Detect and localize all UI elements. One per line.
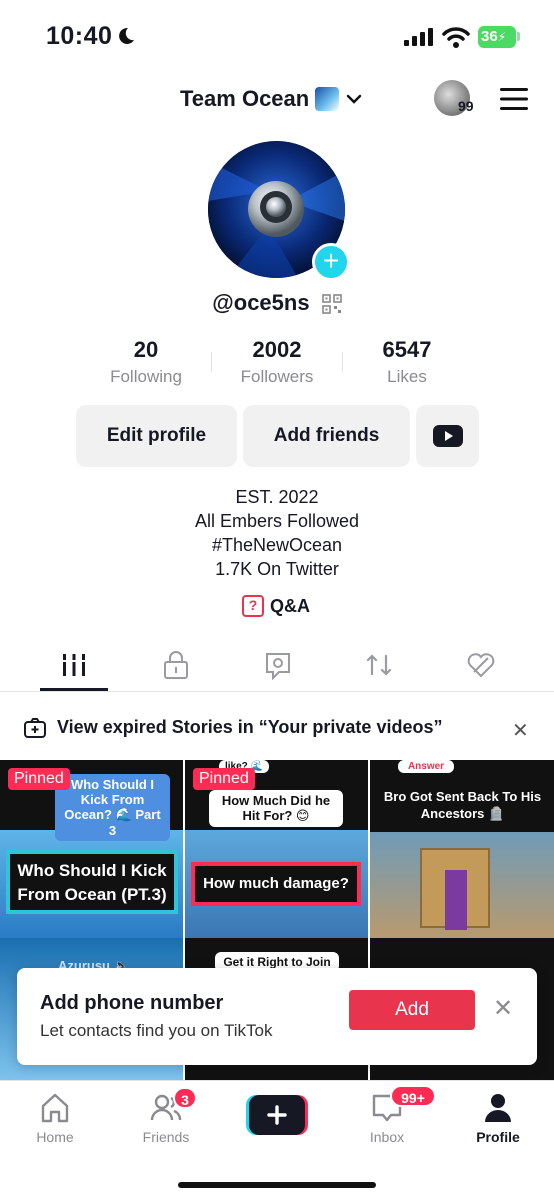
video-top-text: Bro Got Sent Back To His Ancestors 🪦 (383, 789, 542, 821)
home-indicator (178, 1182, 376, 1188)
video-caption: Who Should I Kick From Ocean (PT.3) (6, 850, 178, 914)
bio: EST. 2022 All Embers Followed #TheNewOce… (0, 485, 554, 581)
menu-icon[interactable] (500, 88, 528, 110)
friends-badge: 3 (173, 1087, 197, 1109)
stories-banner-text: View expired Stories in “Your private vi… (57, 717, 443, 737)
camera-plus-icon (24, 718, 46, 738)
edit-profile-button[interactable]: Edit profile (76, 405, 237, 467)
tag-icon[interactable] (263, 648, 293, 682)
qa-label: Q&A (270, 595, 310, 616)
battery-indicator: 36⚡ (478, 26, 516, 48)
bio-line[interactable]: #TheNewOcean (0, 533, 554, 557)
username-row: @oce5ns (0, 290, 554, 316)
notification-count: 99 (458, 98, 474, 114)
likes-count: 6547 (382, 337, 432, 362)
close-icon[interactable]: ✕ (493, 994, 513, 1023)
nav-label: Profile (476, 1129, 520, 1145)
wave-emoji-icon (315, 87, 340, 111)
followers-count: 2002 (252, 337, 302, 362)
popup-title: Add phone number (40, 992, 224, 1014)
add-avatar-button[interactable]: + (312, 243, 350, 281)
signal-icon (404, 28, 433, 46)
account-switcher[interactable]: Team Ocean (180, 84, 363, 114)
profile-icon (485, 1094, 511, 1122)
bio-line: All Embers Followed (194, 511, 360, 531)
create-icon[interactable] (246, 1095, 308, 1135)
nav-profile[interactable]: Profile (453, 1091, 543, 1145)
question-icon: ? (242, 595, 264, 617)
grid-icon[interactable] (59, 648, 89, 682)
tabs-divider (0, 691, 554, 692)
qa-link[interactable]: ? Q&A (242, 594, 310, 618)
following-count: 20 (133, 337, 159, 362)
inbox-badge: 99+ (390, 1085, 436, 1107)
status-bar: 10:40 36⚡ (0, 0, 554, 72)
video-scene (445, 870, 467, 930)
followers-label: Followers (240, 367, 314, 386)
stat-following[interactable]: 20 Following (76, 337, 216, 387)
add-phone-button[interactable]: Add (349, 990, 475, 1030)
nav-friends[interactable]: Friends (121, 1091, 211, 1145)
liked-icon[interactable] (466, 648, 496, 682)
pinned-badge: Pinned (8, 768, 70, 790)
bio-line: EST. 2022 (235, 487, 319, 507)
nav-label: Home (36, 1129, 74, 1145)
nav-label: Friends (142, 1129, 190, 1145)
pinned-badge: Pinned (193, 768, 255, 790)
repost-icon[interactable] (364, 648, 394, 682)
stat-followers[interactable]: 2002 Followers (207, 337, 347, 387)
username: @oce5ns (212, 290, 310, 315)
add-friends-button[interactable]: Add friends (243, 405, 410, 467)
popup-subtitle: Let contacts find you on TikTok (40, 1021, 273, 1040)
status-time: 10:40 (46, 22, 113, 50)
lock-icon[interactable] (161, 648, 191, 682)
expired-stories-banner[interactable]: View expired Stories in “Your private vi… (0, 705, 554, 749)
likes-label: Likes (387, 367, 427, 386)
youtube-icon (432, 424, 463, 447)
nav-label: Inbox (369, 1129, 405, 1145)
moon-icon (119, 27, 134, 44)
youtube-button[interactable] (416, 405, 479, 467)
chevron-down-icon (347, 94, 362, 104)
account-name: Team Ocean (180, 86, 310, 111)
home-icon (41, 1093, 69, 1123)
add-phone-popup: Add phone number Let contacts find you o… (17, 968, 537, 1065)
following-label: Following (110, 367, 182, 386)
video-question-bubble: How Much Did he Hit For? 😊 (209, 790, 343, 827)
video-small-bubble: Answer (398, 760, 454, 773)
qr-code-icon[interactable] (321, 294, 342, 314)
nav-home[interactable]: Home (10, 1091, 100, 1145)
wifi-icon (442, 27, 470, 48)
close-icon[interactable]: ✕ (512, 718, 529, 743)
video-caption: How much damage? (191, 862, 361, 906)
video-question-bubble: Who Should I Kick From Ocean? 🌊 Part 3 (55, 774, 170, 841)
battery-level: 36 (481, 28, 498, 45)
bio-line: 1.7K On Twitter (215, 559, 339, 579)
battery-tip (517, 32, 520, 41)
stat-likes[interactable]: 6547 Likes (337, 337, 477, 387)
